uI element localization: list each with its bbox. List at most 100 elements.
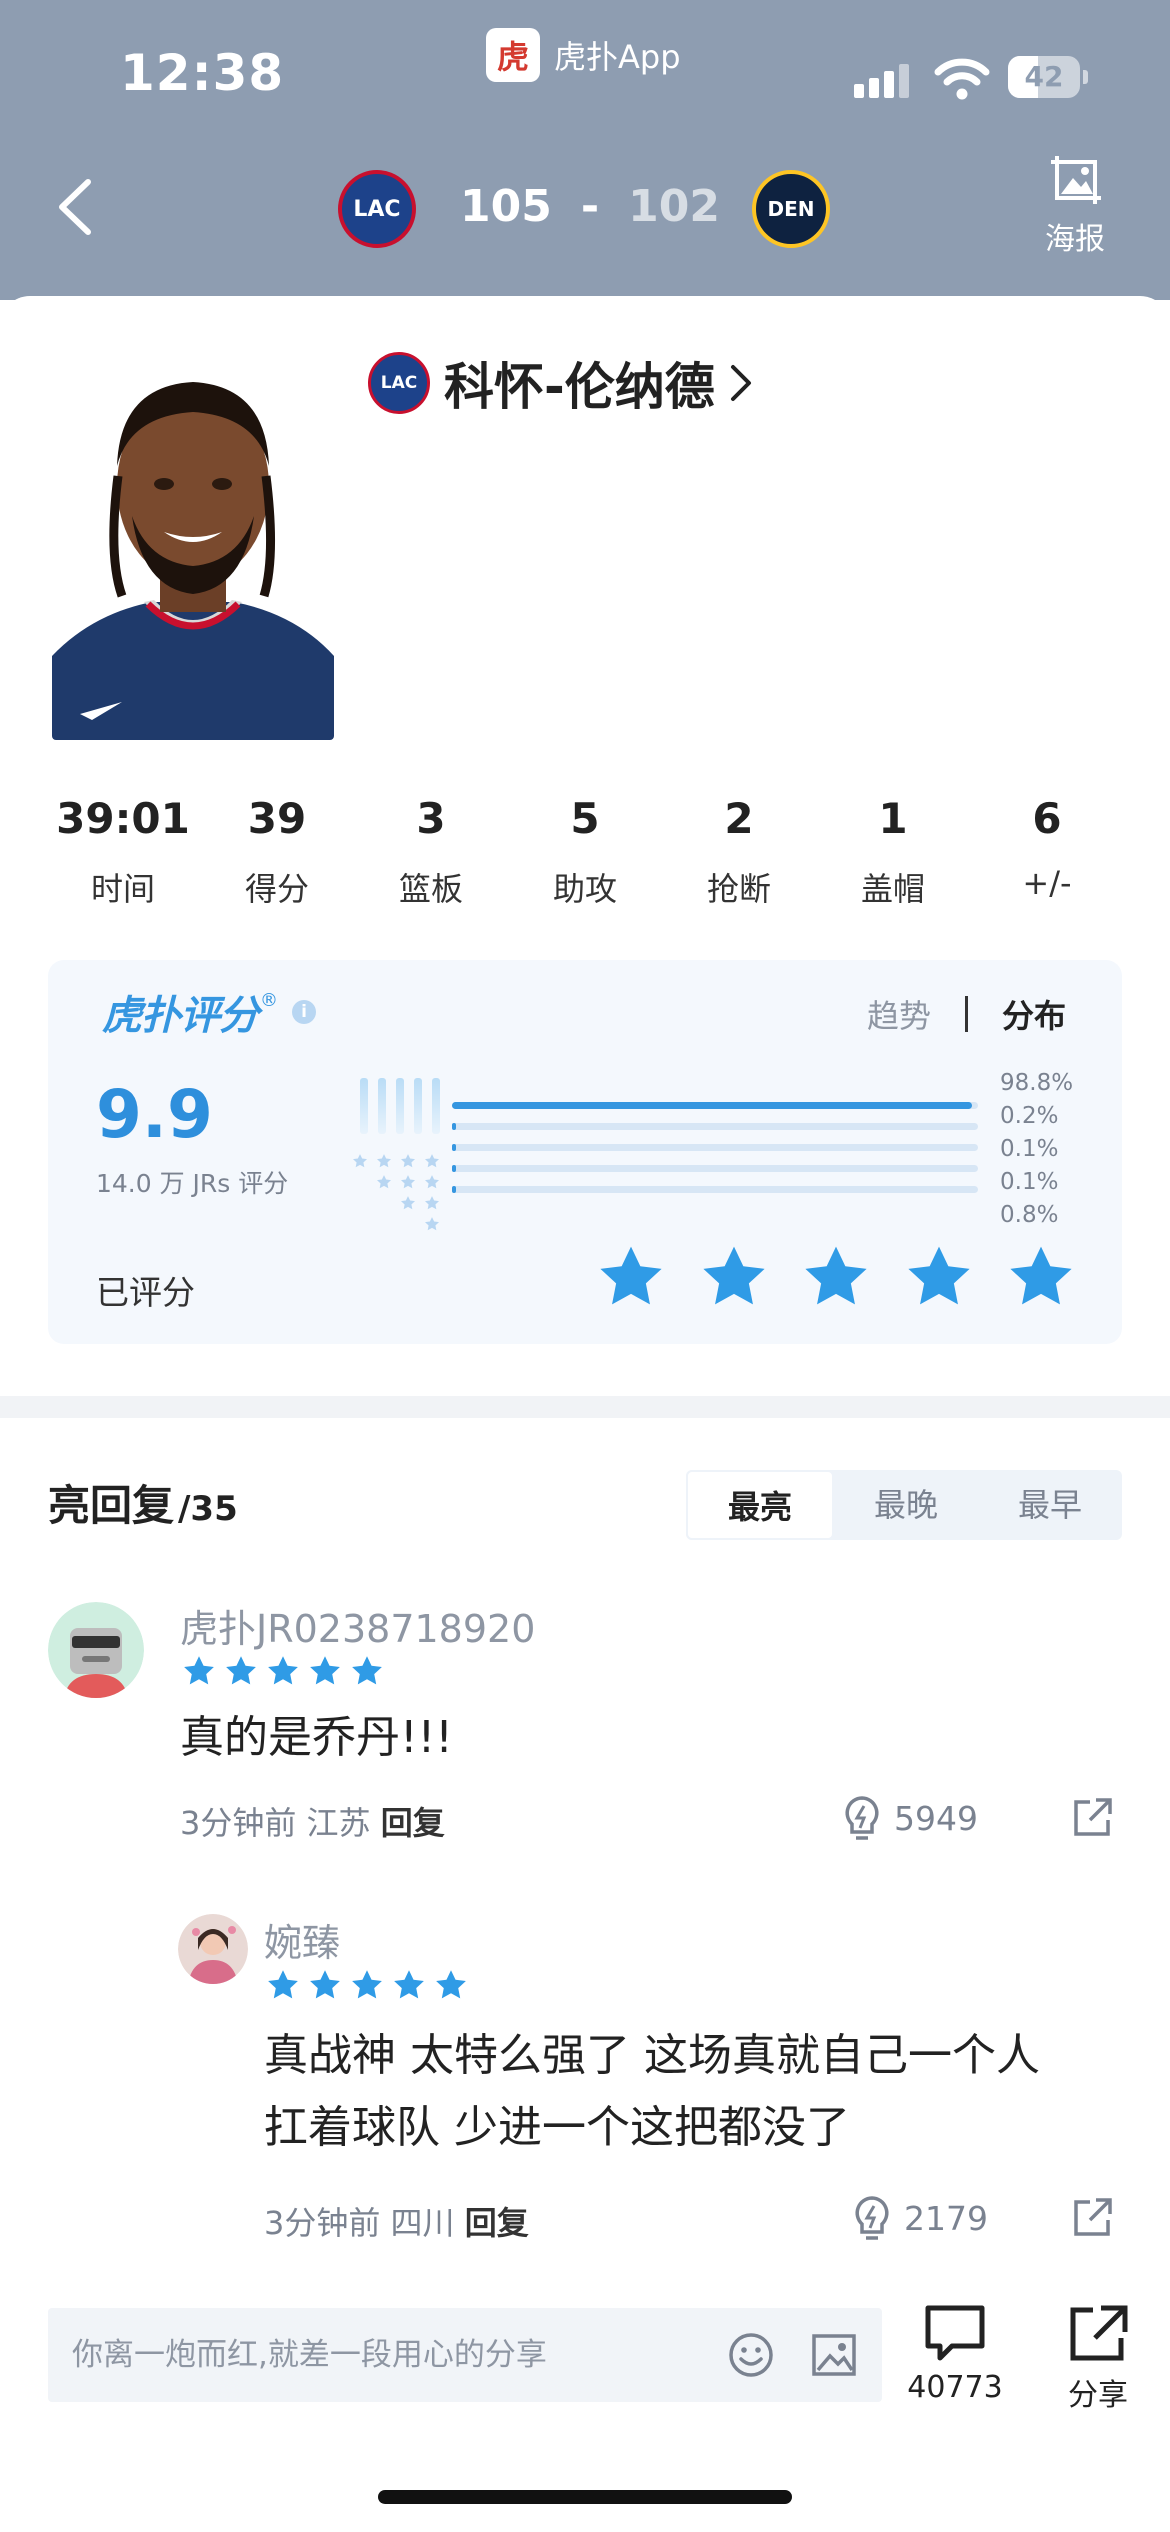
- stat-value: 3: [416, 794, 446, 843]
- app-name: 虎扑App: [554, 38, 681, 76]
- distribution-percent: 0.1%: [1000, 1136, 1059, 1162]
- stat-blocks: 1 盖帽: [816, 794, 970, 924]
- stat-label: 助攻: [552, 870, 617, 908]
- user-rating-stars[interactable]: [596, 1242, 1076, 1322]
- sort-tab-earliest[interactable]: 最早: [978, 1470, 1122, 1540]
- tab-trend[interactable]: 趋势: [867, 991, 931, 1037]
- stat-value: 2: [724, 794, 754, 843]
- nav-bar: LAC 105 - 102 DEN 海报: [0, 150, 1170, 280]
- player-photo: [52, 356, 334, 740]
- distribution-bars: [452, 1084, 982, 1244]
- comment-input[interactable]: [72, 2308, 712, 2402]
- stat-value: 39:01: [56, 794, 190, 843]
- nuggets-logo-icon[interactable]: DEN: [752, 170, 830, 248]
- distribution-star-row: [360, 1078, 440, 1134]
- comment-text[interactable]: 扛着球队 少进一个这把都没了: [264, 2092, 850, 2164]
- registered-mark: ®: [260, 990, 278, 1011]
- sort-tab-latest[interactable]: 最晚: [834, 1470, 978, 1540]
- like-count: 5949: [894, 1798, 978, 1838]
- reply-button[interactable]: 回复: [381, 1804, 445, 1842]
- share-icon[interactable]: [1072, 1796, 1114, 1838]
- info-icon[interactable]: i: [292, 1000, 316, 1024]
- rating-star-icon: [805, 1246, 867, 1305]
- distribution-star-labels: [320, 1078, 440, 1238]
- distribution-bar: [452, 1123, 456, 1130]
- away-score: 102: [628, 180, 720, 232]
- distribution-bar-track: [452, 1144, 978, 1151]
- rating-star-icon: [310, 1970, 340, 1999]
- small-star-icon: [401, 1175, 415, 1189]
- distribution-percent: 0.8%: [1000, 1202, 1059, 1228]
- comment-meta: 3分钟前 四川 回复: [264, 2198, 529, 2244]
- stat-value: 39: [247, 794, 307, 843]
- rating-star-icon: [394, 1970, 424, 1999]
- five-star-column-icon: [414, 1078, 422, 1134]
- distribution-bar-track: [452, 1102, 978, 1109]
- like-button[interactable]: 2179: [852, 2194, 988, 2242]
- player-name: 科怀-伦纳德: [444, 358, 715, 416]
- back-chevron-icon[interactable]: [48, 174, 108, 240]
- comment-username[interactable]: 婉臻: [264, 1912, 340, 1967]
- tab-distribution[interactable]: 分布: [1002, 991, 1066, 1037]
- distribution-bar-track: [452, 1165, 978, 1172]
- poster-button[interactable]: 海报: [1030, 154, 1120, 264]
- comment-username[interactable]: 虎扑JR0238718920: [180, 1598, 535, 1653]
- stat-label: +/-: [1022, 864, 1072, 902]
- replies-title: 亮回复: [48, 1481, 175, 1530]
- share-button[interactable]: 分享: [1050, 2302, 1146, 2422]
- section-divider: [0, 1396, 1170, 1418]
- stat-label: 抢断: [706, 870, 771, 908]
- rating-count: 14.0 万 JRs 评分: [96, 1169, 289, 1198]
- stat-points: 39 得分: [200, 794, 354, 924]
- app-source-pill[interactable]: 虎 虎扑App: [486, 26, 681, 84]
- avatar[interactable]: [48, 1602, 144, 1698]
- rating-star-icon: [600, 1246, 662, 1305]
- distribution-bar: [452, 1186, 457, 1193]
- rating-brand-logo: 虎扑评分: [102, 993, 259, 1039]
- rating-star-icon: [268, 1970, 298, 1999]
- small-star-icon: [425, 1154, 439, 1168]
- comment-text[interactable]: 真的是乔丹!!!: [180, 1702, 453, 1774]
- rating-star-icon: [310, 1656, 340, 1685]
- wifi-icon: [934, 58, 990, 100]
- small-star-icon: [425, 1217, 439, 1231]
- lightbulb-icon: [855, 2196, 889, 2240]
- rating-brand: 虎扑评分 ® i: [102, 984, 316, 1040]
- distribution-percent: 0.2%: [1000, 1103, 1059, 1129]
- small-star-icon: [353, 1154, 367, 1168]
- image-icon[interactable]: [810, 2332, 858, 2378]
- avatar[interactable]: [178, 1914, 248, 1984]
- comment-time: 3分钟前: [264, 2204, 381, 2242]
- player-name-row[interactable]: LAC 科怀-伦纳德: [368, 348, 753, 418]
- comment-text[interactable]: 真战神 太特么强了 这场真就自己一个人: [264, 2020, 1040, 2092]
- stat-rebounds: 3 篮板: [354, 794, 508, 924]
- small-star-icon: [425, 1196, 439, 1210]
- like-count: 2179: [904, 2198, 988, 2238]
- rating-star-icon: [268, 1656, 298, 1685]
- smile-icon[interactable]: [726, 2330, 776, 2380]
- rating-score: 9.9: [96, 1076, 213, 1153]
- sort-tab-brightest[interactable]: 最亮: [686, 1470, 834, 1540]
- distribution-percentages: 98.8% 0.2% 0.1% 0.1% 0.8%: [1000, 1070, 1100, 1240]
- distribution-star-row: [352, 1153, 440, 1168]
- distribution-star-row: [400, 1195, 440, 1210]
- five-star-column-icon: [360, 1078, 368, 1134]
- score-separator: -: [580, 180, 600, 232]
- stat-label: 时间: [90, 870, 155, 908]
- distribution-star-row: [376, 1174, 440, 1189]
- like-button[interactable]: 5949: [842, 1794, 978, 1842]
- share-icon[interactable]: [1072, 2196, 1114, 2238]
- rating-star-icon: [1010, 1246, 1072, 1305]
- stat-steals: 2 抢断: [662, 794, 816, 924]
- clippers-logo-icon[interactable]: LAC: [338, 170, 416, 248]
- battery-icon: 42: [1008, 56, 1088, 98]
- comment-location: 江苏: [306, 1804, 371, 1842]
- rating-star-icon: [352, 1970, 382, 1999]
- comments-button[interactable]: 40773: [900, 2302, 1010, 2422]
- distribution-percent: 98.8%: [1000, 1070, 1074, 1096]
- comments-count: 40773: [907, 2370, 1003, 2405]
- poster-label: 海报: [1045, 222, 1105, 257]
- reply-button[interactable]: 回复: [465, 2204, 529, 2242]
- cellular-signal-icon: [854, 62, 910, 98]
- distribution-percent: 0.1%: [1000, 1169, 1059, 1195]
